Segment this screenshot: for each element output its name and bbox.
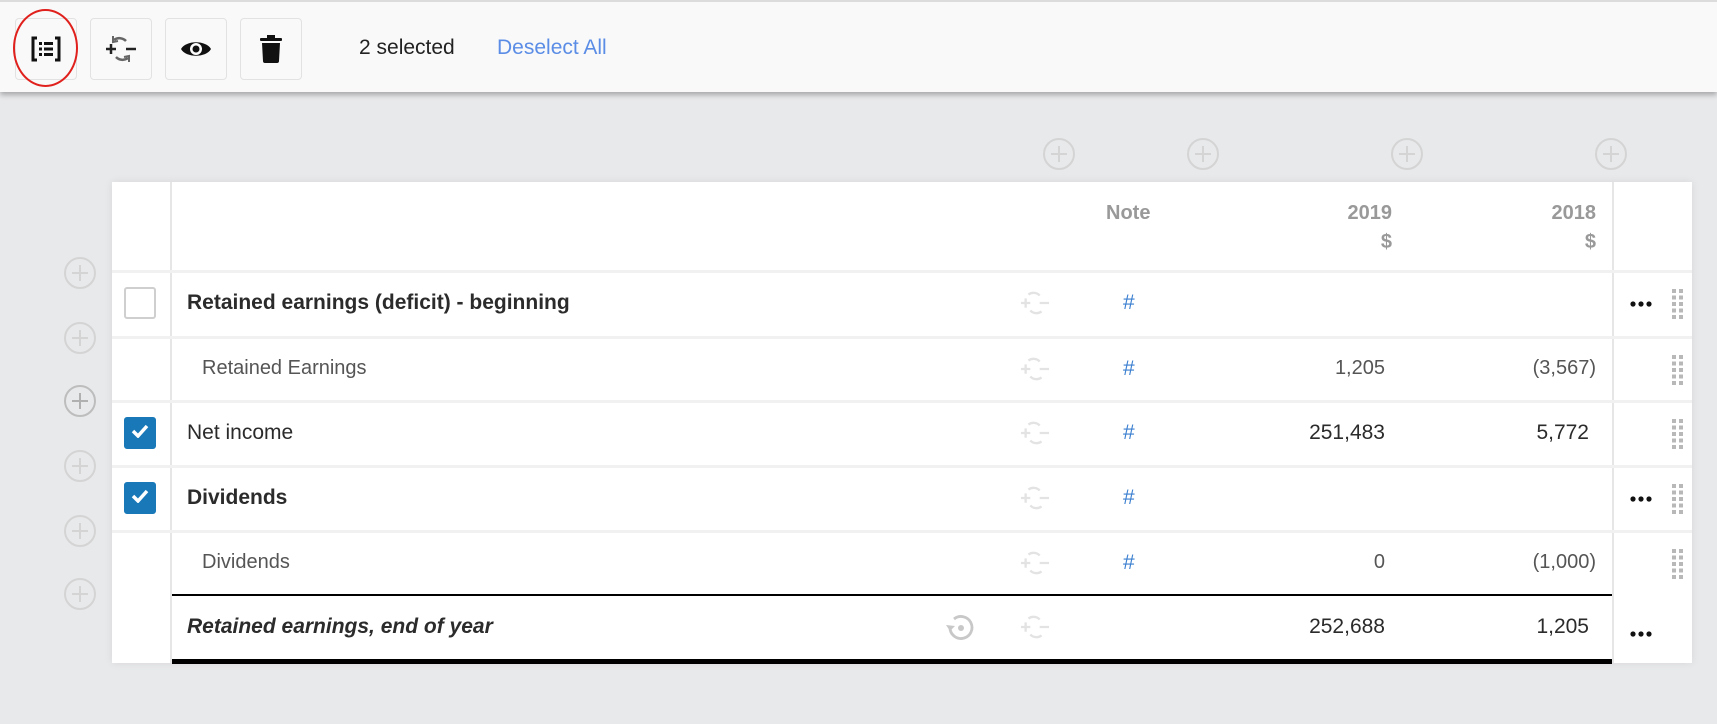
drag-handle-icon[interactable] <box>1672 355 1684 390</box>
swap-sign-button[interactable] <box>90 18 152 80</box>
value-2019[interactable]: 251,483 <box>1309 421 1385 445</box>
swap-sign-icon[interactable] <box>1018 354 1052 389</box>
add-column-button[interactable] <box>1187 138 1219 170</box>
swap-sign-icon[interactable] <box>1018 612 1052 647</box>
delete-button[interactable] <box>240 18 302 80</box>
add-row-button[interactable] <box>64 322 96 354</box>
note-link[interactable]: # <box>1123 486 1135 510</box>
toggle-visibility-button[interactable] <box>165 18 227 80</box>
year-2018-header: 2018 <box>1551 202 1597 224</box>
more-options-icon[interactable] <box>1630 624 1652 642</box>
year-2019-header: 2019 <box>1347 202 1393 224</box>
year-2019-unit: $ <box>1380 231 1392 253</box>
group-rows-button[interactable] <box>15 18 77 80</box>
swap-sign-icon[interactable] <box>1018 288 1052 323</box>
swap-sign-icon[interactable] <box>1018 483 1052 518</box>
note-link[interactable]: # <box>1123 357 1135 381</box>
deselect-all-link[interactable]: Deselect All <box>497 36 607 60</box>
swap-sign-icon[interactable] <box>1018 418 1052 453</box>
drag-handle-icon[interactable] <box>1672 419 1684 454</box>
swap-sign-icon[interactable] <box>1018 548 1052 583</box>
row-label: Retained earnings (deficit) - beginning <box>187 291 570 314</box>
value-2019[interactable]: 1,205 <box>1335 357 1385 380</box>
selected-count: 2 selected <box>359 36 455 59</box>
more-options-icon[interactable] <box>1630 489 1652 507</box>
year-2018-unit: $ <box>1584 231 1596 253</box>
history-icon[interactable] <box>944 613 976 648</box>
table-row[interactable]: Dividends # <box>112 467 1692 531</box>
add-row-button[interactable] <box>64 515 96 547</box>
value-2018[interactable]: (1,000) <box>1533 551 1596 574</box>
table-row[interactable]: Dividends # 0 (1,000) <box>112 532 1692 596</box>
table-row[interactable]: Retained earnings (deficit) - beginning … <box>112 272 1692 336</box>
note-link[interactable]: # <box>1123 291 1135 315</box>
add-column-button[interactable] <box>1391 138 1423 170</box>
add-row-button[interactable] <box>64 385 96 417</box>
table-row[interactable]: Net income # 251,483 5,772 <box>112 402 1692 466</box>
row-label: Dividends <box>202 551 290 573</box>
row-label: Retained Earnings <box>202 357 367 379</box>
more-options-icon[interactable] <box>1630 294 1652 312</box>
total-row[interactable]: Retained earnings, end of year 252,688 1… <box>112 596 1692 660</box>
row-checkbox[interactable] <box>124 482 156 514</box>
add-column-button[interactable] <box>1043 138 1075 170</box>
note-link[interactable]: # <box>1123 551 1135 575</box>
add-row-button[interactable] <box>64 257 96 289</box>
row-checkbox[interactable] <box>124 417 156 449</box>
statement-table: Note 2019 $ 2018 $ Retained earnings (de… <box>112 182 1692 664</box>
total-bottom-border <box>172 659 1612 664</box>
value-2018[interactable]: 5,772 <box>1536 421 1589 445</box>
note-column-header: Note <box>1106 202 1151 224</box>
row-checkbox[interactable] <box>124 287 156 319</box>
value-2018[interactable]: (3,567) <box>1533 357 1596 380</box>
trash-icon <box>260 35 282 63</box>
row-label: Net income <box>187 421 294 444</box>
row-label: Dividends <box>187 486 288 509</box>
add-row-button[interactable] <box>64 450 96 482</box>
row-label: Retained earnings, end of year <box>187 615 493 638</box>
bracket-list-icon <box>31 36 61 62</box>
drag-handle-icon[interactable] <box>1672 484 1684 519</box>
eye-icon <box>180 38 212 60</box>
checkmark-icon <box>131 489 149 508</box>
drag-handle-icon[interactable] <box>1672 549 1684 584</box>
value-2019[interactable]: 252,688 <box>1309 615 1385 639</box>
note-link[interactable]: # <box>1123 421 1135 445</box>
drag-handle-icon[interactable] <box>1672 289 1684 324</box>
table-row[interactable]: Retained Earnings # 1,205 (3,567) <box>112 338 1692 402</box>
checkmark-icon <box>131 424 149 443</box>
add-row-button[interactable] <box>64 578 96 610</box>
value-2019[interactable]: 0 <box>1374 551 1385 574</box>
value-2018[interactable]: 1,205 <box>1536 615 1589 639</box>
plus-minus-swap-icon <box>104 33 138 65</box>
selection-toolbar: 2 selected Deselect All <box>0 0 1717 92</box>
add-column-button[interactable] <box>1595 138 1627 170</box>
